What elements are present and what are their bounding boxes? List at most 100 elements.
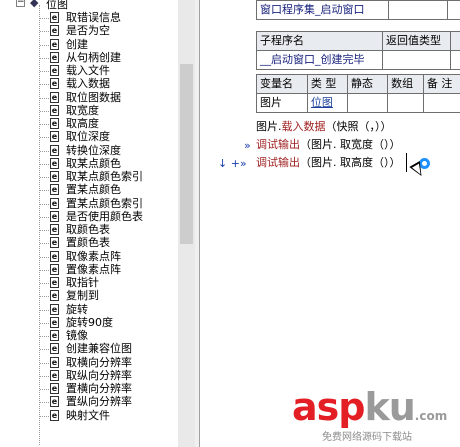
tree-branch-line [40, 190, 49, 192]
col-var-static: 静态 [347, 74, 389, 94]
program-set-extra-1[interactable] [387, 0, 448, 20]
method-icon: e [50, 383, 59, 394]
return-type-cell[interactable] [381, 50, 451, 70]
method-icon: e [50, 51, 59, 63]
col-var-note: 备 注 [422, 74, 460, 94]
method-icon: e [50, 396, 59, 408]
program-set-extra-2[interactable] [446, 0, 460, 20]
method-icon: e [50, 171, 59, 182]
subroutine-table: 子程序名 返回值类型 __启动窗口_创建完毕 [256, 31, 460, 70]
tree-branch-line [40, 84, 49, 86]
tree-item-label: 取横向分辨率 [66, 355, 132, 369]
text-caret [406, 153, 407, 172]
tree-branch-line [40, 110, 49, 112]
code-line-3[interactable]: 调试输出（图片. 取高度（）） [256, 156, 401, 170]
tree-item-label: 置横向分辨率 [66, 382, 132, 395]
tree-branch-line [40, 256, 49, 258]
tree-branch-line [40, 137, 49, 139]
tree-item-label: 置颜色表 [66, 236, 110, 250]
tree-item-label: 置纵向分辨率 [66, 395, 132, 409]
tree-branch-line [40, 57, 49, 59]
tree-branch-line [40, 389, 49, 390]
method-icon: e [50, 409, 59, 421]
method-icon: e [50, 210, 59, 222]
tree-branch-line [40, 375, 49, 377]
col-var-array: 数组 [387, 74, 424, 94]
program-set-table: 窗口程序集_启动窗口 [256, 0, 460, 20]
code-editor[interactable]: 窗口程序集_启动窗口 子程序名 返回值类型 __启动窗口_创建完毕 变量名 类 … [201, 0, 460, 447]
method-icon: e [50, 65, 59, 76]
code-line-2-args: （图片. 取宽度（）） [300, 138, 401, 151]
tree-item-label: 取位图数据 [66, 90, 121, 104]
tree-item-label: 旋转90度 [66, 315, 113, 329]
code-line-1[interactable]: 图片.载入数据（快照（，）） [256, 120, 392, 134]
tree-branch-line [40, 309, 49, 311]
tree-item-label: 旋转 [66, 302, 88, 316]
program-set-name[interactable]: 窗口程序集_启动窗口 [256, 0, 389, 20]
site-watermark: aspku.com 免费网络源码下载站 [292, 388, 458, 446]
method-icon: e [50, 144, 59, 156]
tree-item-label: 从句柄创建 [66, 50, 121, 64]
tree-branch-line [40, 402, 49, 404]
method-icon: e [50, 197, 59, 209]
method-icon: e [50, 303, 59, 315]
method-icon: e [50, 369, 59, 381]
scrollbar-thumb[interactable] [180, 64, 193, 244]
method-icon: e [50, 290, 59, 302]
col-return-type: 返回值类型 [381, 31, 451, 51]
tree-item-label: 载入文件 [66, 64, 110, 77]
var-type-cell[interactable]: 位图 [306, 93, 349, 113]
watermark-subtitle: 免费网络源码下载站 [322, 432, 412, 443]
tree-item-label: 置某点颜色 [66, 183, 121, 197]
var-static-cell[interactable] [347, 93, 389, 113]
method-icon: e [50, 12, 59, 23]
tree-branch-line [40, 349, 49, 351]
collapse-toggle-icon[interactable]: − [16, 0, 25, 7]
tree-branch-line [40, 163, 49, 165]
col-subroutine-name: 子程序名 [256, 31, 383, 51]
method-icon: e [50, 78, 59, 90]
tree-branch-line [40, 415, 49, 417]
tree-branch-line [40, 31, 49, 33]
watermark-brand-red: asp [292, 385, 365, 429]
var-array-cell[interactable] [387, 93, 424, 113]
tree-item-label: 映射文件 [66, 408, 110, 422]
method-icon: e [50, 25, 59, 37]
tree-root-label: 位图 [46, 0, 68, 11]
subroutine-extra-cell[interactable] [449, 50, 460, 70]
var-note-cell[interactable] [422, 93, 460, 113]
tree-branch-line [40, 230, 49, 231]
tree-scrollbar[interactable] [178, 0, 195, 447]
method-icon: e [50, 237, 59, 249]
tree-item-label: 转换位深度 [66, 143, 121, 157]
code-line-1-args: （快照（，）） [325, 120, 392, 133]
watermark-domain-suffix: .com [414, 409, 448, 423]
method-icon: e [50, 277, 59, 288]
tree-branch-line [40, 336, 49, 337]
tree-branch-line [40, 177, 49, 178]
code-line-1-function: 载入数据 [281, 120, 326, 133]
tree-branch-line [40, 71, 49, 72]
code-line-2[interactable]: 调试输出（图片. 取宽度（）） [256, 138, 401, 152]
method-icon: e [50, 316, 59, 328]
col-var-name: 变量名 [256, 74, 308, 94]
method-icon: e [50, 263, 59, 275]
tree-branch-line [40, 150, 49, 152]
tree-item-label: 是否为空 [66, 24, 110, 38]
tree-branch-line [40, 97, 49, 99]
tree-item-label: 取某点颜色 [66, 156, 121, 170]
tree-branch-line [40, 269, 49, 271]
method-icon: e [50, 250, 59, 262]
code-line-3-args: （图片. 取高度（）） [300, 156, 401, 169]
tree-branch-line [40, 44, 49, 46]
method-icon: e [50, 224, 59, 235]
var-name-cell[interactable]: 图片 [256, 93, 308, 113]
object-tree: − ◆ 位图 e 取错误信息 e 是否为空 e 创建 e 从句柄创建 e 载入文件 e 载入数据 e 取位… [0, 0, 178, 447]
method-icon: e [50, 104, 59, 116]
tree-item-label: 是否使用颜色表 [66, 209, 143, 223]
tree-item-label: 取位深度 [66, 130, 110, 144]
tree-item-label: 取高度 [66, 117, 99, 130]
subroutine-name-cell[interactable]: __启动窗口_创建完毕 [256, 50, 383, 70]
col-subroutine-extra [449, 31, 460, 51]
tree-item-label: 置某点颜色索引 [66, 196, 143, 210]
